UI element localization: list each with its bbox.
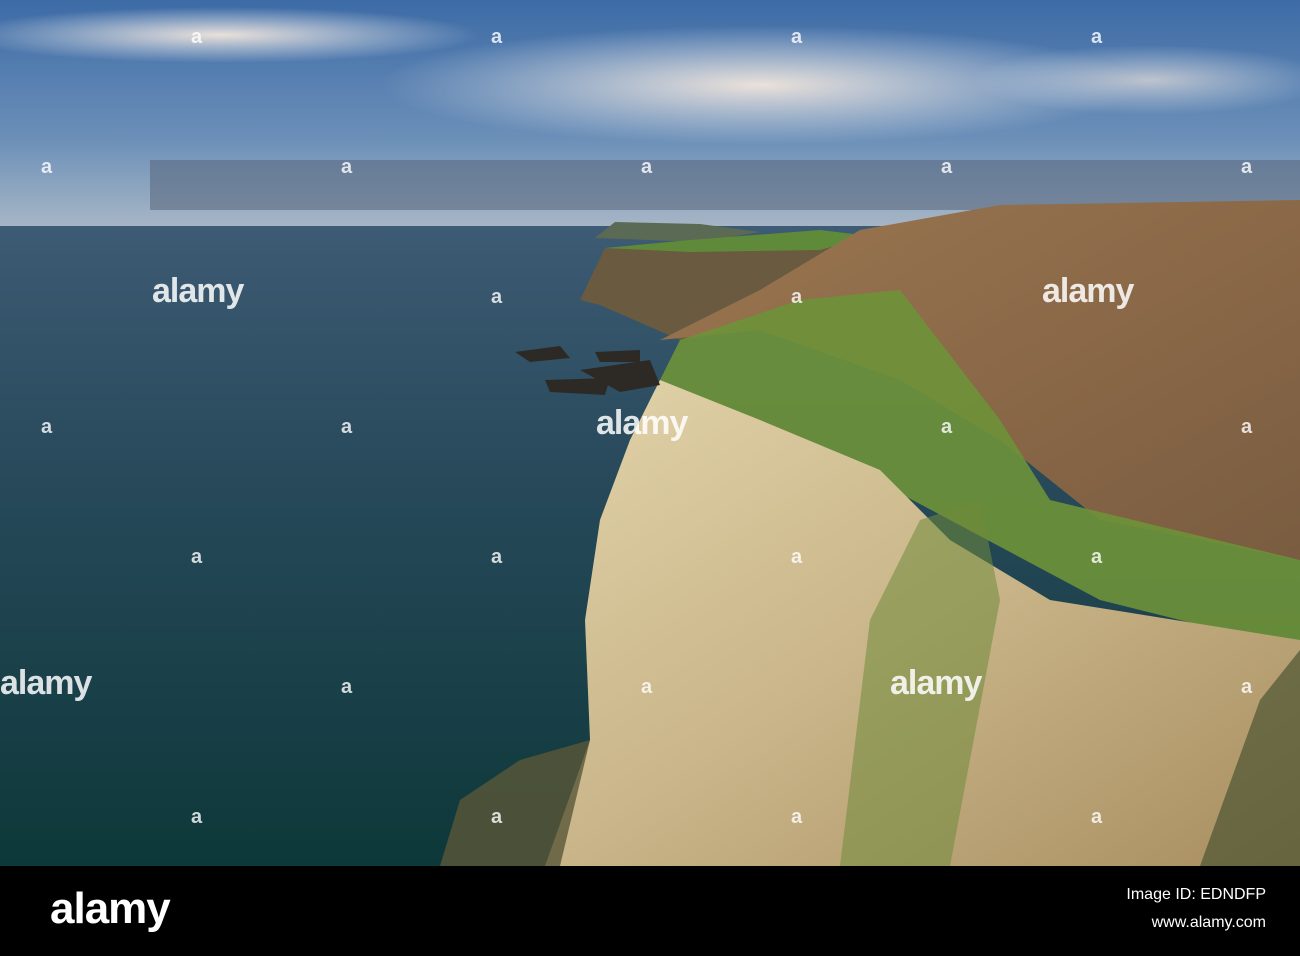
watermark-mark: a xyxy=(791,286,803,308)
watermark-mark: a xyxy=(191,806,203,828)
watermark-mark: a xyxy=(1091,26,1103,48)
watermark-mark: a xyxy=(941,416,953,438)
watermark-mark: a xyxy=(1091,546,1103,568)
watermark-mark: a xyxy=(41,156,53,178)
watermark-mark: a xyxy=(791,546,803,568)
watermark-alamy: alamy xyxy=(1042,272,1134,310)
footer-bar: alamy Image ID: EDNDFP www.alamy.com xyxy=(0,866,1300,956)
watermark-mark: a xyxy=(491,546,503,568)
watermark-mark: a xyxy=(341,416,353,438)
site-url: www.alamy.com xyxy=(1151,914,1266,931)
watermark-mark: a xyxy=(791,806,803,828)
watermark-mark: a xyxy=(641,676,653,698)
watermark-mark: a xyxy=(491,26,503,48)
watermark-alamy: alamy xyxy=(152,272,244,310)
watermark-mark: a xyxy=(41,416,53,438)
watermark-alamy: alamy xyxy=(0,664,92,702)
watermark-alamy: alamy xyxy=(596,404,688,442)
watermark-mark: a xyxy=(791,26,803,48)
watermark-mark: a xyxy=(1091,806,1103,828)
watermark-mark: a xyxy=(491,806,503,828)
watermark-mark: a xyxy=(191,26,203,48)
watermark-alamy: alamy xyxy=(890,664,982,702)
watermark-mark: a xyxy=(491,286,503,308)
watermark-mark: a xyxy=(1241,416,1253,438)
watermark-mark: a xyxy=(1241,156,1253,178)
watermark-mark: a xyxy=(191,546,203,568)
watermark-mark: a xyxy=(641,156,653,178)
image-id: Image ID: EDNDFP xyxy=(1126,886,1266,903)
watermark-mark: a xyxy=(341,676,353,698)
watermark-mark: a xyxy=(1241,676,1253,698)
watermark-mark: a xyxy=(341,156,353,178)
stock-photo: alamy alamy alamy alamy alamy a a a a a … xyxy=(0,0,1300,956)
watermark-mark: a xyxy=(941,156,953,178)
alamy-logo: alamy xyxy=(50,884,171,933)
cloud-band xyxy=(150,160,1300,210)
